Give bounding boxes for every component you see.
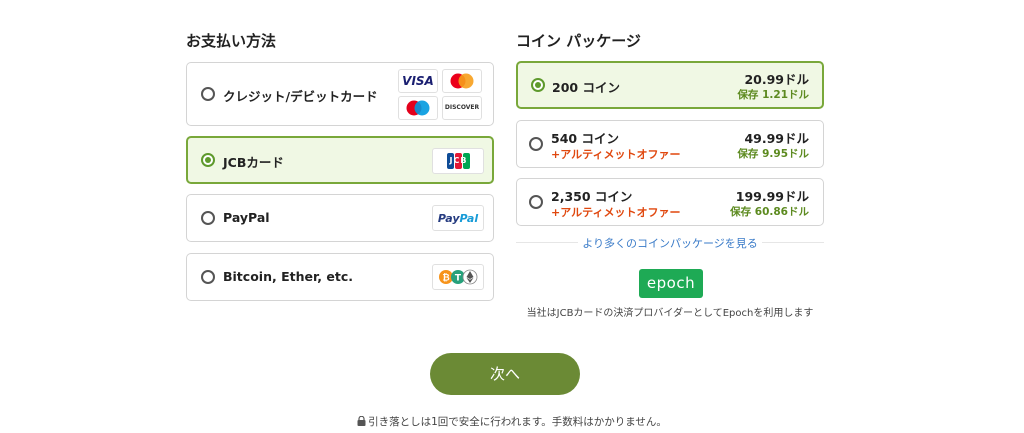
coin-package-540[interactable]: 540 コイン +アルティメットオファー 49.99ドル 保存 9.95ドル	[516, 120, 824, 168]
svg-text:T: T	[455, 274, 462, 284]
epoch-logo: epoch	[639, 269, 703, 298]
payment-option-crypto[interactable]: Bitcoin, Ether, etc. ₿ T	[186, 253, 494, 301]
coin-savings: 保存 1.21ドル	[737, 89, 809, 101]
visa-text: VISA	[402, 74, 434, 88]
lock-icon	[357, 416, 366, 426]
maestro-icon	[398, 96, 438, 120]
mastercard-icon	[442, 69, 482, 93]
svg-text:₿: ₿	[442, 273, 449, 284]
radio-coin-540[interactable]	[529, 137, 543, 151]
bitcoin-icon: ₿	[439, 270, 453, 284]
coin-package-200[interactable]: 200 コイン 20.99ドル 保存 1.21ドル	[516, 61, 824, 109]
payment-option-jcb[interactable]: JCBカード JCB	[186, 136, 494, 184]
discover-icon: DISCOVER	[442, 96, 482, 120]
ethereum-icon	[462, 269, 478, 285]
jcb-text: JCB	[449, 156, 468, 165]
ultimate-offer-label: +アルティメットオファー	[551, 148, 681, 161]
coin-amount: 2,350 コイン	[551, 189, 633, 204]
radio-coin-200[interactable]	[531, 78, 545, 92]
paypal-icon: PayPal	[432, 205, 484, 231]
jcb-icon: JCB	[432, 148, 484, 174]
radio-paypal[interactable]	[201, 211, 215, 225]
coin-amount: 200 コイン	[552, 80, 620, 95]
discover-text: DISCOVER	[444, 104, 480, 111]
footer-security-note: 引き落としは1回で安全に行われます。手数料はかかりません。	[0, 414, 1024, 429]
payment-option-credit-card[interactable]: クレジット/デビットカード VISA DISCOVER	[186, 62, 494, 126]
payment-option-label: PayPal	[223, 210, 270, 225]
radio-coin-2350[interactable]	[529, 195, 543, 209]
coin-amount: 540 コイン	[551, 131, 619, 146]
crypto-icons: ₿ T	[432, 264, 484, 290]
radio-crypto[interactable]	[201, 270, 215, 284]
coin-package-2350[interactable]: 2,350 コイン +アルティメットオファー 199.99ドル 保存 60.86…	[516, 178, 824, 226]
coin-price: 20.99ドル	[744, 72, 809, 87]
more-coin-packages-link[interactable]: より多くのコインパッケージを見る	[516, 235, 824, 251]
paypal-wordmark: PayPal	[433, 212, 483, 225]
payment-option-label: クレジット/デビットカード	[223, 89, 378, 104]
coin-savings: 保存 60.86ドル	[730, 206, 809, 218]
coin-price: 49.99ドル	[744, 131, 809, 146]
footer-note-text: 引き落としは1回で安全に行われます。手数料はかかりません。	[368, 416, 667, 428]
payment-provider-note: 当社はJCBカードの決済プロバイダーとしてEpochを利用します	[526, 308, 814, 319]
paypal-text-b: Pal	[459, 212, 479, 225]
next-button[interactable]: 次へ	[430, 353, 580, 395]
radio-jcb[interactable]	[201, 153, 215, 167]
payment-option-label: JCBカード	[223, 155, 284, 170]
coin-package-title: コイン パッケージ	[516, 32, 641, 50]
payment-method-title: お支払い方法	[186, 32, 277, 50]
paypal-text-a: Pay	[437, 212, 460, 225]
visa-icon: VISA	[398, 69, 438, 93]
payment-option-paypal[interactable]: PayPal PayPal	[186, 194, 494, 242]
ultimate-offer-label: +アルティメットオファー	[551, 206, 681, 219]
radio-credit-card[interactable]	[201, 87, 215, 101]
coin-savings: 保存 9.95ドル	[737, 148, 809, 160]
coin-price: 199.99ドル	[735, 189, 809, 204]
payment-option-label: Bitcoin, Ether, etc.	[223, 269, 353, 284]
